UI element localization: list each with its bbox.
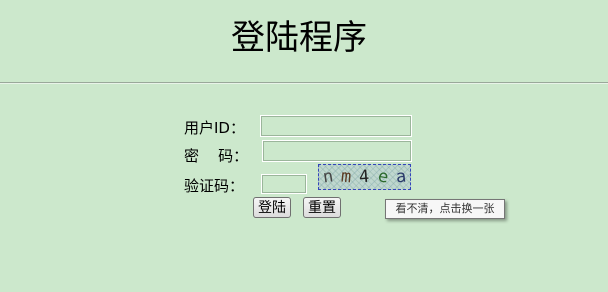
- password-input[interactable]: [262, 140, 412, 162]
- reset-button[interactable]: 重置: [303, 197, 341, 218]
- user-id-label: 用户ID：: [184, 119, 245, 137]
- page-title: 登陆程序: [231, 18, 367, 58]
- captcha-char: 4: [358, 166, 371, 188]
- password-label: 密 码：: [184, 147, 249, 165]
- user-id-input[interactable]: [260, 115, 412, 137]
- captcha-char: n: [321, 166, 335, 188]
- divider: [0, 82, 608, 84]
- captcha-input[interactable]: [261, 174, 307, 194]
- captcha-tooltip: 看不清，点击换一张: [385, 199, 505, 219]
- captcha-char: a: [394, 166, 407, 188]
- login-button[interactable]: 登陆: [253, 197, 291, 218]
- captcha-char: m: [340, 166, 353, 188]
- captcha-char: e: [375, 166, 390, 188]
- captcha-image[interactable]: n m 4 e a: [318, 164, 411, 190]
- captcha-label: 验证码：: [184, 177, 245, 195]
